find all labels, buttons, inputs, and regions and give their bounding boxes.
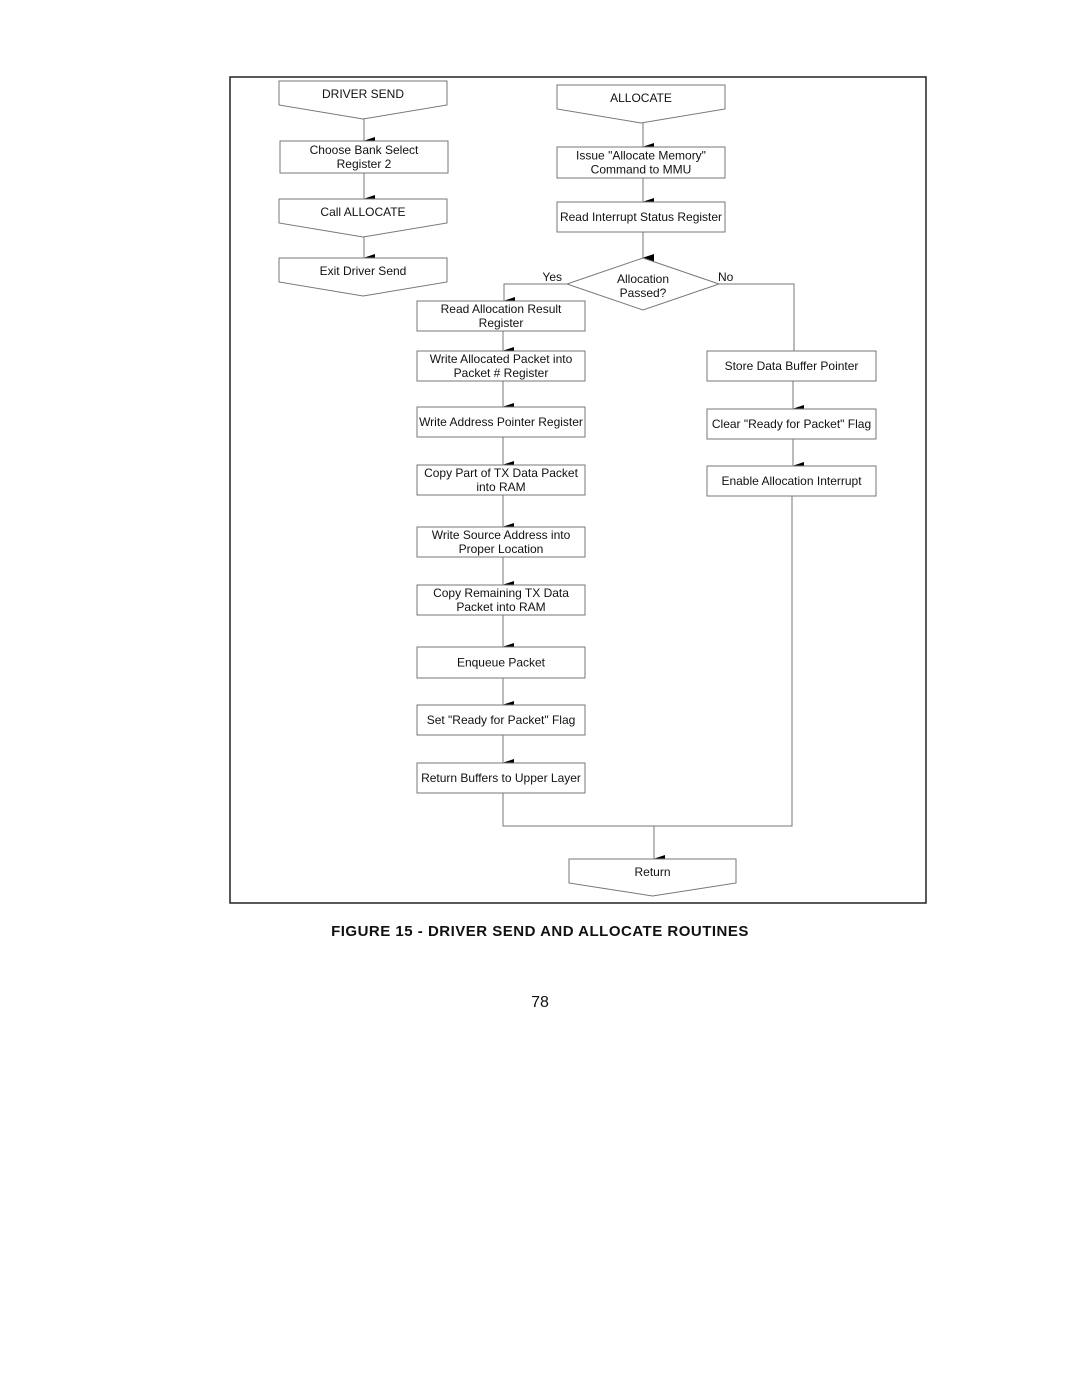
driver-send-start-text: DRIVER SEND — [322, 87, 404, 101]
copy-remaining-tx-box-text: Copy Remaining TX Data — [433, 586, 569, 600]
issue-allocate-memory-box-text: Command to MMU — [591, 163, 692, 177]
call-allocate-node-text: Call ALLOCATE — [320, 205, 405, 219]
page-number: 78 — [531, 994, 549, 1011]
write-source-address-box-text: Write Source Address into — [432, 528, 571, 542]
line-no-branch — [719, 283, 795, 351]
copy-part-tx-box-text: into RAM — [476, 480, 525, 494]
allocation-passed-decision-text: Allocation — [617, 272, 669, 286]
no-label: No — [718, 270, 734, 284]
copy-part-tx-box-text: Copy Part of TX Data Packet — [424, 466, 579, 480]
write-allocated-packet-box-text: Packet # Register — [454, 366, 549, 380]
yes-label: Yes — [542, 270, 562, 284]
set-ready-flag-box-text: Set "Ready for Packet" Flag — [427, 713, 576, 727]
allocate-start-text: ALLOCATE — [610, 91, 672, 105]
write-address-pointer-box-text: Write Address Pointer Register — [419, 415, 583, 429]
read-interrupt-status-box-text: Read Interrupt Status Register — [560, 210, 722, 224]
read-allocation-result-box-text: Register — [479, 316, 524, 330]
flowchart: DRIVER SEND Choose Bank SelectRegister 2 C… — [229, 76, 927, 904]
issue-allocate-memory-box-text: Issue "Allocate Memory" — [576, 149, 706, 163]
enqueue-packet-box-text: Enqueue Packet — [457, 656, 546, 670]
store-data-buffer-box-text: Store Data Buffer Pointer — [725, 359, 859, 373]
figure-caption: FIGURE 15 - DRIVER SEND AND ALLOCATE ROU… — [331, 923, 749, 940]
exit-driver-send-node-text: Exit Driver Send — [320, 264, 407, 278]
arrow-yes-branch — [503, 283, 567, 305]
return-node-text: Return — [634, 865, 670, 879]
write-allocated-packet-box-text: Write Allocated Packet into — [430, 352, 573, 366]
write-source-address-box-text: Proper Location — [459, 542, 544, 556]
copy-remaining-tx-box-text: Packet into RAM — [456, 600, 545, 614]
nodes: DRIVER SEND Choose Bank SelectRegister 2 C… — [278, 80, 877, 897]
allocation-passed-decision-text: Passed? — [620, 286, 667, 300]
choose-bank-select-box-text: Register 2 — [337, 157, 392, 171]
clear-ready-flag-box-text: Clear "Ready for Packet" Flag — [712, 417, 871, 431]
return-buffers-box-text: Return Buffers to Upper Layer — [421, 771, 581, 785]
enable-allocation-interrupt-box-text: Enable Allocation Interrupt — [721, 474, 862, 488]
choose-bank-select-box-text: Choose Bank Select — [310, 143, 419, 157]
read-allocation-result-box-text: Read Allocation Result — [441, 302, 562, 316]
